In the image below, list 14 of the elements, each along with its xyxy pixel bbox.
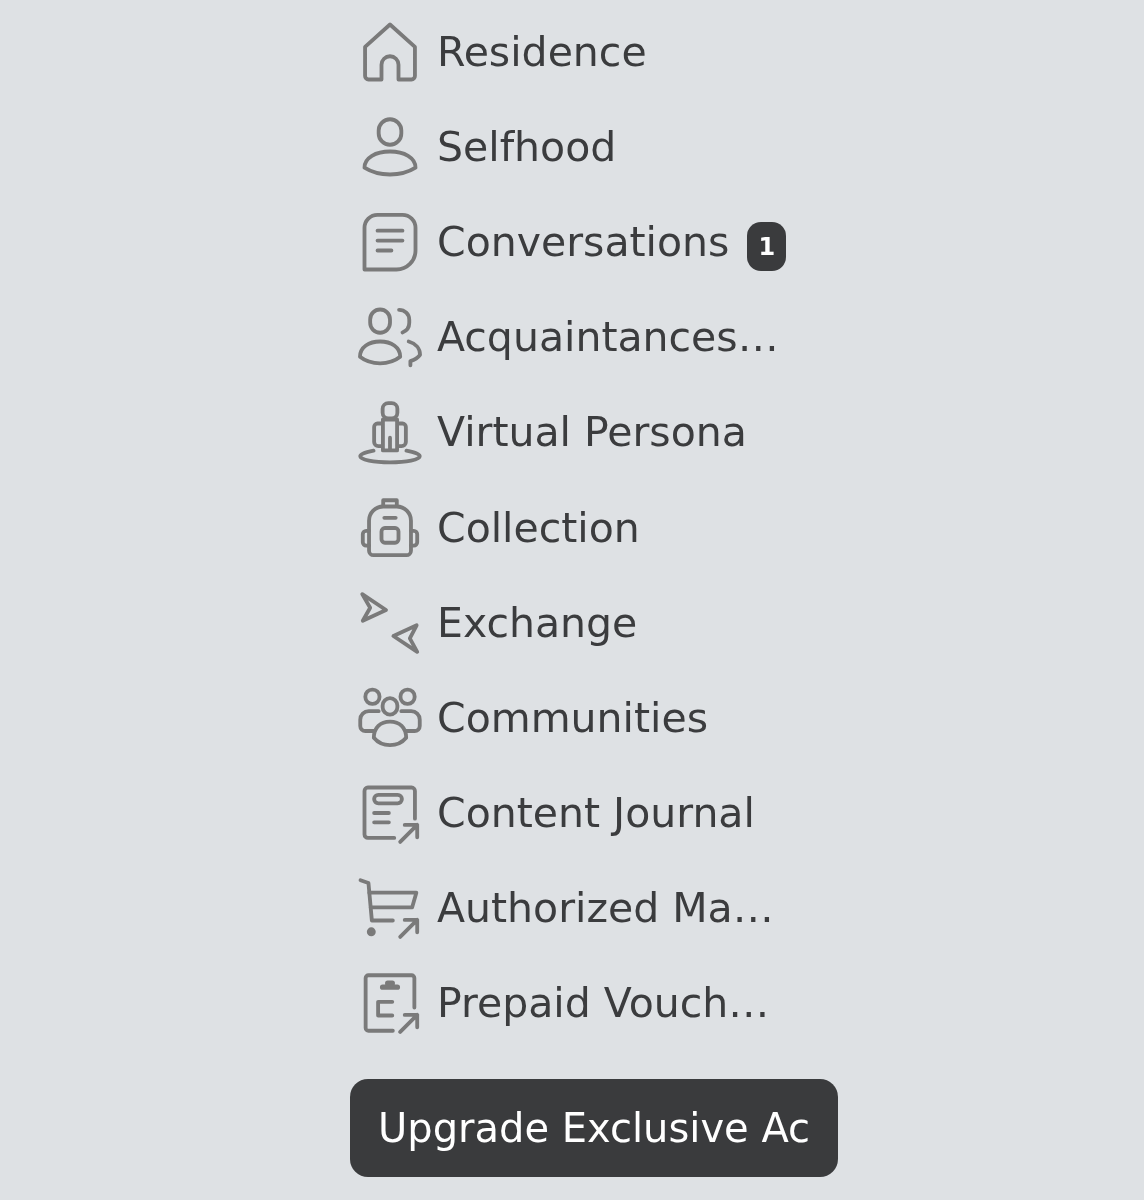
nav-item[interactable]: Communities xyxy=(350,677,712,758)
upgrade-button[interactable]: Upgrade Exclusive Ac xyxy=(350,1079,839,1178)
nav-item[interactable]: Exchange xyxy=(350,582,642,663)
nav-item[interactable]: Acquaintances… xyxy=(350,297,783,378)
nav-item[interactable]: Collection xyxy=(350,487,644,568)
nav-item[interactable]: Residence xyxy=(350,11,651,92)
nav-item[interactable]: Virtual Persona xyxy=(350,392,751,473)
nav-item[interactable]: Authorized Ma… xyxy=(350,868,778,949)
nav-item[interactable]: Conversations xyxy=(350,201,734,282)
nav-item[interactable]: Selfhood xyxy=(350,106,621,187)
avatar-figure-icon xyxy=(356,398,424,467)
count-badge: 1 xyxy=(747,222,787,272)
nav-item[interactable]: Prepaid Vouch… xyxy=(350,963,774,1044)
nav-item[interactable]: Content Journal xyxy=(350,773,759,854)
